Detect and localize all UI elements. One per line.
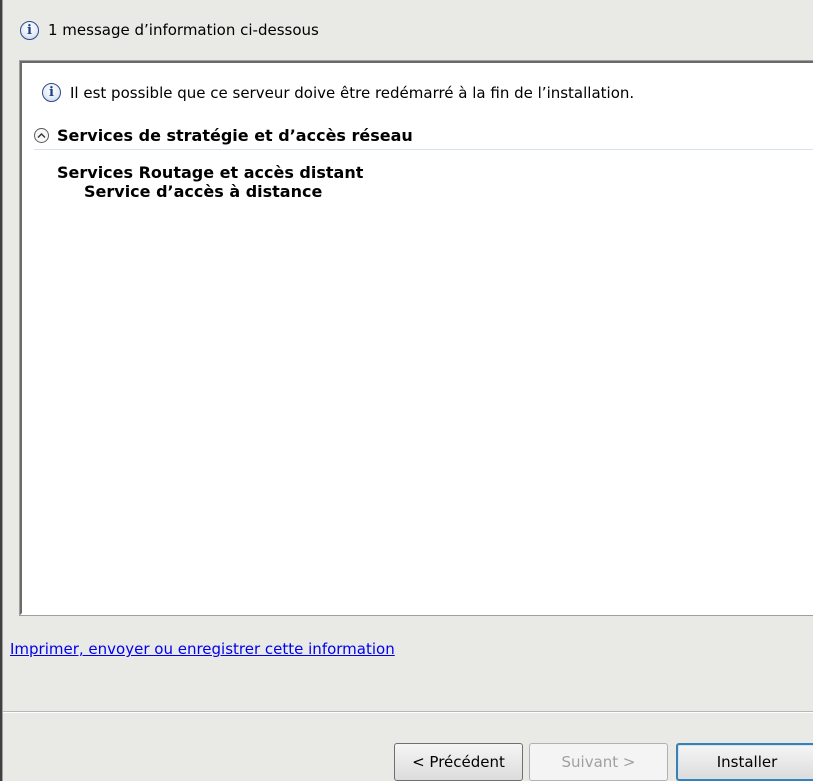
details-panel: i Il est possible que ce serveur doive ê… xyxy=(19,60,813,616)
next-button[interactable]: Suivant > xyxy=(529,743,668,781)
info-summary-bar: i 1 message d’information ci-dessous xyxy=(20,14,813,46)
section-header[interactable]: Services de stratégie et d’accès réseau xyxy=(34,121,813,150)
info-icon: i xyxy=(42,83,61,102)
restart-message: i Il est possible que ce serveur doive ê… xyxy=(42,83,634,102)
section-title: Services de stratégie et d’accès réseau xyxy=(57,125,413,145)
feature-subitem: Service d’accès à distance xyxy=(84,182,323,201)
info-summary-text: 1 message d’information ci-dessous xyxy=(48,21,319,39)
info-icon: i xyxy=(20,20,39,40)
footer-separator xyxy=(3,711,813,713)
collapse-up-icon[interactable] xyxy=(34,127,49,143)
print-send-save-link[interactable]: Imprimer, envoyer ou enregistrer cette i… xyxy=(10,640,395,658)
previous-button[interactable]: < Précédent xyxy=(394,743,523,781)
feature-item: Services Routage et accès distant xyxy=(57,163,364,182)
restart-message-text: Il est possible que ce serveur doive êtr… xyxy=(70,83,635,102)
install-button[interactable]: Installer xyxy=(676,743,813,781)
wizard-page: i 1 message d’information ci-dessous i I… xyxy=(3,0,813,781)
feature-list: Services Routage et accès distant Servic… xyxy=(57,163,363,201)
